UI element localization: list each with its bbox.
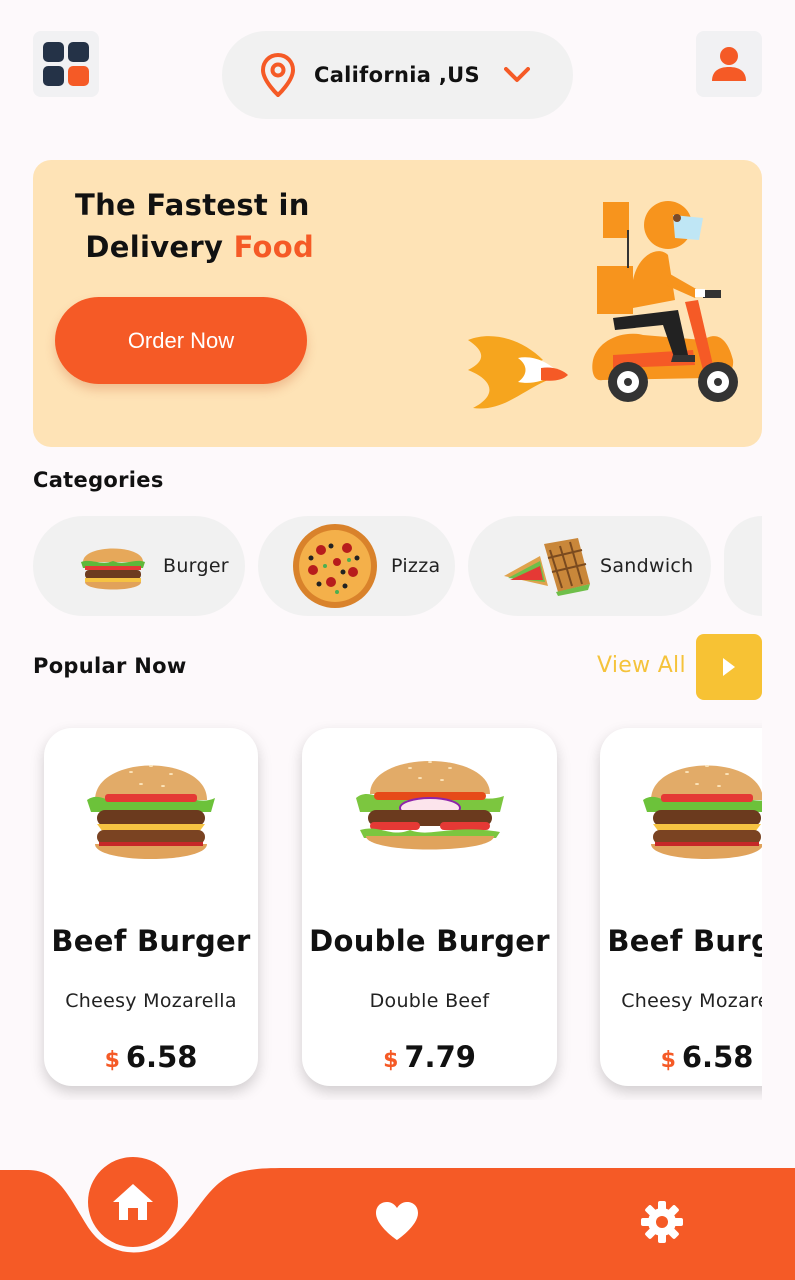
product-description: Cheesy Mozarella	[65, 990, 237, 1012]
pizza-icon	[293, 524, 377, 608]
view-all-link[interactable]: View All	[597, 653, 686, 678]
menu-button[interactable]	[33, 31, 99, 97]
category-more[interactable]	[724, 516, 762, 616]
product-name: Beef Burger	[607, 924, 762, 958]
product-name: Double Burger	[309, 924, 550, 958]
categories-title: Categories	[33, 468, 164, 492]
category-label: Pizza	[391, 555, 441, 577]
product-price: $7.79	[302, 1040, 557, 1074]
currency-symbol: $	[660, 1048, 676, 1073]
burger-icon	[81, 548, 145, 590]
gear-icon	[641, 1201, 683, 1243]
heart-icon	[376, 1202, 418, 1240]
banner-title-line1: The Fastest in	[75, 188, 310, 222]
nav-home-button[interactable]	[88, 1157, 178, 1247]
location-label: California ,US	[314, 63, 480, 87]
chevron-down-icon	[503, 67, 530, 82]
delivery-rider-illustration	[468, 201, 738, 409]
nav-settings-button[interactable]	[640, 1200, 684, 1248]
banner-title: The Fastest in Delivery Food	[75, 184, 314, 268]
currency-symbol: $	[383, 1048, 399, 1073]
user-icon	[712, 47, 746, 81]
category-sandwich[interactable]: Sandwich	[468, 516, 711, 616]
product-price: $6.58	[44, 1040, 258, 1074]
popular-title: Popular Now	[33, 654, 187, 678]
grid-menu-icon	[43, 42, 89, 86]
play-arrow-icon	[723, 658, 735, 676]
product-card[interactable]: Double Burger Double Beef $7.79	[302, 728, 557, 1086]
location-selector[interactable]: California ,US	[222, 31, 573, 119]
category-label: Burger	[163, 555, 229, 577]
category-burger[interactable]: Burger	[33, 516, 245, 616]
beef-burger-image	[87, 765, 215, 859]
popular-list: Beef Burger Cheesy Mozarella $6.58 Doubl…	[0, 710, 762, 1100]
category-label: Sandwich	[600, 555, 694, 577]
promo-banner: The Fastest in Delivery Food Order Now	[33, 160, 762, 447]
price-value: 6.58	[681, 1040, 754, 1074]
banner-title-prefix: Delivery	[85, 230, 234, 264]
nav-favorites-button[interactable]	[374, 1200, 420, 1246]
product-description: Double Beef	[369, 990, 490, 1012]
banner-title-line2: Delivery Food	[75, 226, 314, 268]
view-all-button[interactable]	[696, 634, 762, 700]
product-name: Beef Burger	[51, 924, 251, 958]
beef-burger-image	[643, 765, 762, 859]
product-card[interactable]: Beef Burger Cheesy Mozarella $6.58	[44, 728, 258, 1086]
product-price: $6.58	[600, 1040, 762, 1074]
double-burger-image	[355, 761, 504, 850]
sandwich-icon	[504, 538, 590, 596]
banner-title-accent: Food	[233, 230, 315, 264]
home-icon	[113, 1184, 153, 1220]
category-pizza[interactable]: Pizza	[258, 516, 455, 616]
product-description: Cheesy Mozarella	[621, 990, 762, 1012]
location-pin-icon	[260, 53, 296, 97]
profile-button[interactable]	[696, 31, 762, 97]
price-value: 6.58	[125, 1040, 198, 1074]
product-card[interactable]: Beef Burger Cheesy Mozarella $6.58	[600, 728, 762, 1086]
order-now-button[interactable]: Order Now	[55, 297, 307, 384]
currency-symbol: $	[104, 1048, 120, 1073]
price-value: 7.79	[404, 1040, 476, 1074]
